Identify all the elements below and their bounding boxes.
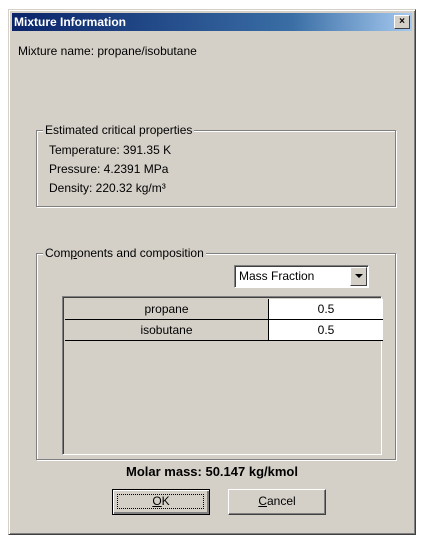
composition-basis-select[interactable]: Mass Fraction <box>234 265 369 288</box>
composition-basis-value: Mass Fraction <box>239 269 315 283</box>
critical-pressure: Pressure: 4.2391 MPa <box>49 162 169 176</box>
critical-density: Density: 220.32 kg/m³ <box>49 181 166 195</box>
cancel-rest: ancel <box>266 494 296 508</box>
component-name-cell: propane <box>65 299 269 320</box>
chevron-down-icon <box>355 274 363 278</box>
critical-properties-group: Estimated critical properties Temperatur… <box>36 123 396 207</box>
components-legend: Components and composition <box>43 246 206 260</box>
components-legend-pre: Com <box>45 246 71 260</box>
composition-grid: propane 0.5 isobutane 0.5 <box>62 296 383 455</box>
component-fraction-cell[interactable]: 0.5 <box>269 299 383 320</box>
ok-accel: O <box>152 494 162 508</box>
components-legend-post: onents and composition <box>77 246 204 260</box>
component-name-cell: isobutane <box>65 320 269 341</box>
mixture-name-value: propane/isobutane <box>97 44 197 58</box>
cancel-accel: C <box>258 494 267 508</box>
title-bar[interactable]: Mixture Information × <box>12 13 412 31</box>
component-fraction-cell[interactable]: 0.5 <box>269 320 383 341</box>
ok-rest: K <box>161 494 170 508</box>
ok-button-label: OK <box>113 490 209 512</box>
dropdown-button[interactable] <box>350 267 367 286</box>
mixture-name-row: Mixture name: propane/isobutane <box>18 44 197 58</box>
ok-button[interactable]: OK <box>112 489 210 515</box>
critical-temperature: Temperature: 391.35 K <box>49 143 172 157</box>
close-icon: × <box>399 16 405 27</box>
window-title: Mixture Information <box>14 15 127 29</box>
mixture-information-dialog: Mixture Information × Mixture name: prop… <box>8 9 416 535</box>
cancel-button-label: Cancel <box>229 490 325 512</box>
cancel-button[interactable]: Cancel <box>228 489 326 515</box>
mixture-name-label: Mixture name: <box>18 44 95 58</box>
components-group: Components and composition Mass Fraction… <box>36 246 396 460</box>
critical-properties-legend: Estimated critical properties <box>43 123 195 137</box>
close-button[interactable]: × <box>394 15 410 29</box>
molar-mass-readout: Molar mass: 50.147 kg/kmol <box>126 464 298 479</box>
